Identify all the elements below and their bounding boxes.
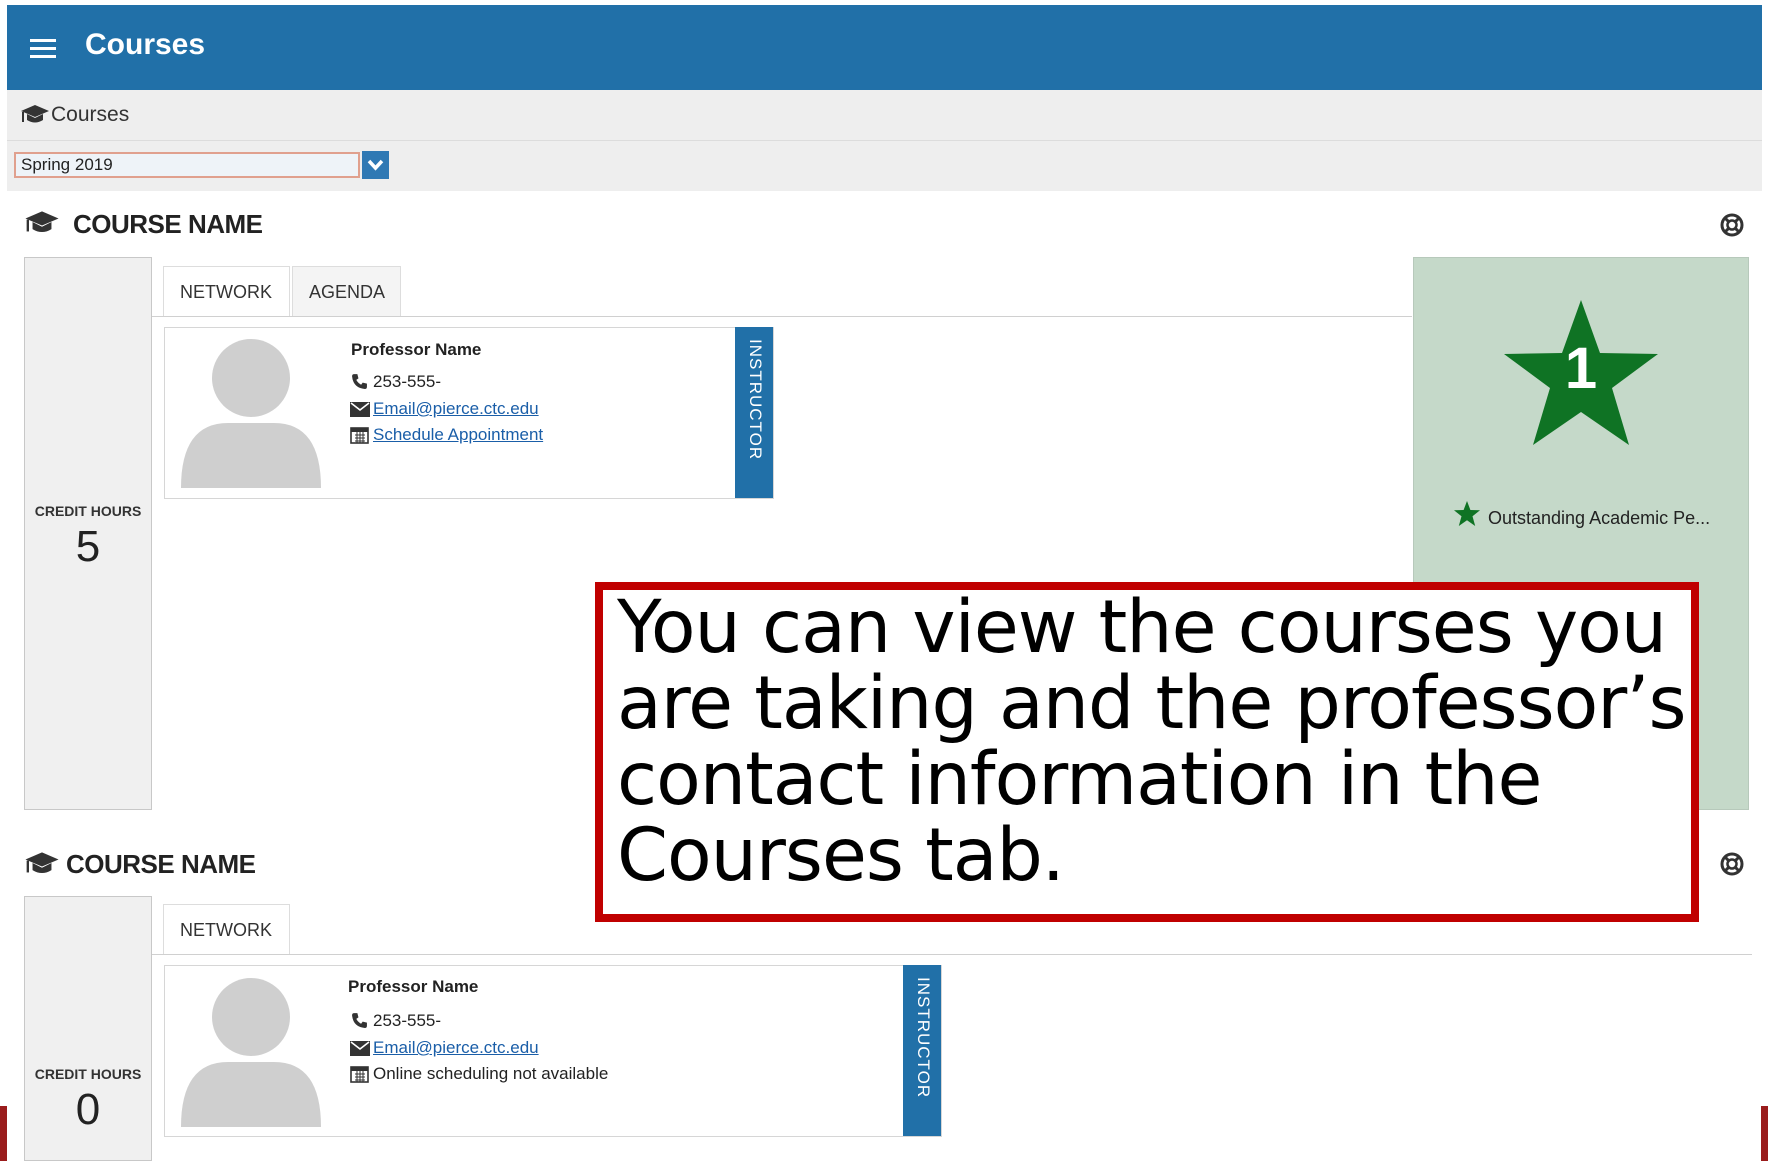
top-header-bar (7, 5, 1762, 90)
calendar-icon (350, 1065, 369, 1088)
tab-divider (152, 954, 1752, 955)
chevron-down-icon[interactable] (362, 151, 389, 179)
tab-network[interactable]: NETWORK (163, 266, 290, 316)
avatar-icon (176, 972, 326, 1137)
graduation-cap-icon (20, 103, 50, 125)
star-icon (1453, 500, 1481, 532)
instructor-role-label: INSTRUCTOR (914, 977, 933, 1099)
professor-email-link[interactable]: Email@pierce.ctc.edu (373, 1038, 539, 1058)
breadcrumb-courses[interactable]: Courses (51, 103, 129, 127)
edge-accent (0, 1106, 7, 1161)
credit-hours-value: 5 (75, 522, 101, 571)
breadcrumb-bar (7, 90, 1762, 141)
term-select[interactable]: Spring 2019 (14, 152, 360, 178)
phone-icon (351, 1012, 368, 1034)
graduation-cap-icon (24, 209, 60, 235)
professor-phone: 253-555- (373, 372, 442, 391)
credit-hours-label: CREDIT HOURS (34, 503, 142, 519)
instructor-role-label: INSTRUCTOR (746, 339, 765, 461)
professor-phone: 253-555- (373, 1011, 442, 1030)
app-title: Courses (85, 28, 206, 61)
professor-name: Professor Name (351, 340, 482, 359)
professor-name: Professor Name (348, 977, 479, 996)
menu-icon[interactable] (30, 39, 56, 59)
credit-hours-value: 0 (75, 1085, 101, 1134)
tab-agenda[interactable]: AGENDA (292, 266, 401, 316)
envelope-icon (350, 402, 370, 422)
award-label[interactable]: Outstanding Academic Pe... (1488, 508, 1710, 529)
tab-divider (152, 316, 1412, 317)
lifebuoy-icon[interactable] (1720, 213, 1744, 237)
professor-email-link[interactable]: Email@pierce.ctc.edu (373, 399, 539, 419)
callout-text: You can view the courses you are taking … (617, 585, 1687, 898)
phone-icon (351, 373, 368, 395)
course-title: COURSE NAME (66, 849, 256, 879)
avatar-icon (176, 333, 326, 498)
course-title: COURSE NAME (73, 209, 263, 239)
calendar-icon (350, 426, 369, 449)
scheduling-status: Online scheduling not available (373, 1064, 609, 1083)
schedule-appointment-link[interactable]: Schedule Appointment (373, 425, 543, 445)
graduation-cap-icon (24, 850, 60, 876)
tab-network[interactable]: NETWORK (163, 904, 290, 954)
envelope-icon (350, 1041, 370, 1061)
award-count: 1 (1564, 336, 1598, 401)
edge-accent (1761, 1106, 1768, 1161)
lifebuoy-icon[interactable] (1720, 852, 1744, 876)
credit-hours-label: CREDIT HOURS (34, 1066, 142, 1082)
